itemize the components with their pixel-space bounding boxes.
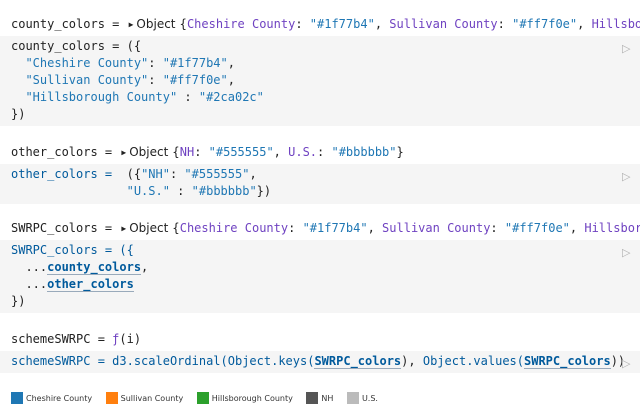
legend-label: U.S. xyxy=(361,394,378,403)
expand-triangle-icon[interactable]: ▶ xyxy=(121,141,126,164)
code-string: "U.S." xyxy=(126,184,170,198)
code-line: ), xyxy=(401,354,423,368)
object-key: Cheshire County xyxy=(179,221,289,235)
object-key: Hillsborough Co xyxy=(591,17,640,31)
code-line: SWRPC_colors = ({ xyxy=(11,243,134,257)
code-string: "#555555" xyxy=(184,167,250,181)
play-icon[interactable]: ▷ xyxy=(622,42,634,55)
cell-scheme-swrpc: schemeSWRPC = ƒ(i) schemeSWRPC = d3.scal… xyxy=(0,327,640,373)
legend-label: Cheshire County xyxy=(26,394,93,403)
code-string: "Cheshire County" xyxy=(25,56,149,70)
object-key: U.S. xyxy=(288,145,318,159)
cell-output[interactable]: schemeSWRPC = ƒ(i) xyxy=(0,327,640,351)
code-string: "#1f77b4" xyxy=(162,56,228,70)
legend-swatch xyxy=(196,392,209,404)
cell-output[interactable]: county_colors = ▶ Object {Cheshire County… xyxy=(0,12,640,36)
code-line: Object.keys( xyxy=(227,354,315,368)
legend-label: Hillsborough County xyxy=(211,394,293,403)
code-line: Object.values( xyxy=(422,354,524,368)
cell-source[interactable]: SWRPC_colors = ({ ...county_colors, ...o… xyxy=(0,240,640,313)
code-string: "Hillsborough County" xyxy=(25,90,178,104)
code-string: "NH" xyxy=(141,167,170,181)
variable-name: SWRPC_colors = xyxy=(11,221,120,235)
cell-other-colors: other_colors = ▶ Object {NH: "#555555", U… xyxy=(0,140,640,204)
legend-label: Sullivan County xyxy=(120,394,184,403)
cell-county-colors: county_colors = ▶ Object {Cheshire County… xyxy=(0,12,640,126)
code-string: "Sullivan County" xyxy=(25,73,149,87)
object-value: "#555555" xyxy=(208,145,274,159)
object-label: Object { xyxy=(136,17,187,31)
cell-output[interactable]: other_colors = ▶ Object {NH: "#555555", U… xyxy=(0,140,640,164)
code-line: other_colors = xyxy=(11,167,120,181)
legend-swatch xyxy=(306,392,319,404)
code-string: "#bbbbbb" xyxy=(191,184,257,198)
expand-triangle-icon[interactable]: ▶ xyxy=(121,217,126,240)
variable-name: other_colors = xyxy=(11,145,120,159)
cell-source[interactable]: schemeSWRPC = d3.scaleOrdinal(Object.key… xyxy=(0,351,640,373)
object-value: "#ff7f0e" xyxy=(512,17,578,31)
object-key: Cheshire County xyxy=(186,17,296,31)
play-icon[interactable]: ▷ xyxy=(622,246,634,259)
object-value: "#1f77b4" xyxy=(309,17,375,31)
legend-swatch xyxy=(11,392,23,404)
code-line: }) xyxy=(11,294,26,308)
object-key: Hillsborough Cou xyxy=(584,221,640,235)
play-icon[interactable]: ▷ xyxy=(622,170,634,183)
variable-name: schemeSWRPC = xyxy=(11,332,113,346)
function-args: (i) xyxy=(119,332,142,346)
cell-swrpc-colors: SWRPC_colors = ▶ Object {Cheshire County:… xyxy=(0,216,640,313)
object-label: Object { xyxy=(129,221,180,235)
variable-name: county_colors = xyxy=(11,17,127,31)
legend-swatch xyxy=(105,392,118,404)
object-value: "#1f77b4" xyxy=(302,221,368,235)
legend-swatch xyxy=(346,392,359,404)
color-legend: Cheshire County Sullivan County Hillsbor… xyxy=(0,392,378,404)
cell-source[interactable]: county_colors = ({ "Cheshire County": "#… xyxy=(0,36,640,126)
object-value: "#bbbbbb" xyxy=(331,145,397,159)
object-key: NH xyxy=(179,145,195,159)
object-key: Sullivan County xyxy=(382,221,491,235)
code-reference[interactable]: SWRPC_colors xyxy=(314,354,402,369)
code-line: }) xyxy=(11,107,26,121)
object-label: Object { xyxy=(129,145,180,159)
expand-triangle-icon[interactable]: ▶ xyxy=(129,13,134,36)
legend-label: NH xyxy=(321,394,334,403)
object-key: Sullivan County xyxy=(389,17,498,31)
cell-source[interactable]: other_colors = ({"NH": "#555555", "U.S."… xyxy=(0,164,640,204)
code-string: "#2ca02c" xyxy=(198,90,264,104)
cell-output[interactable]: SWRPC_colors = ▶ Object {Cheshire County:… xyxy=(0,216,640,240)
code-line: county_colors = ({ xyxy=(11,39,142,53)
object-value: "#ff7f0e" xyxy=(504,221,570,235)
code-reference[interactable]: other_colors xyxy=(47,277,134,292)
code-reference[interactable]: SWRPC_colors xyxy=(524,354,611,369)
code-line: schemeSWRPC = d3.scaleOrdinal( xyxy=(11,354,228,368)
code-string: "#ff7f0e" xyxy=(162,73,228,87)
play-icon[interactable]: ▷ xyxy=(622,357,634,370)
code-reference[interactable]: county_colors xyxy=(47,260,142,275)
